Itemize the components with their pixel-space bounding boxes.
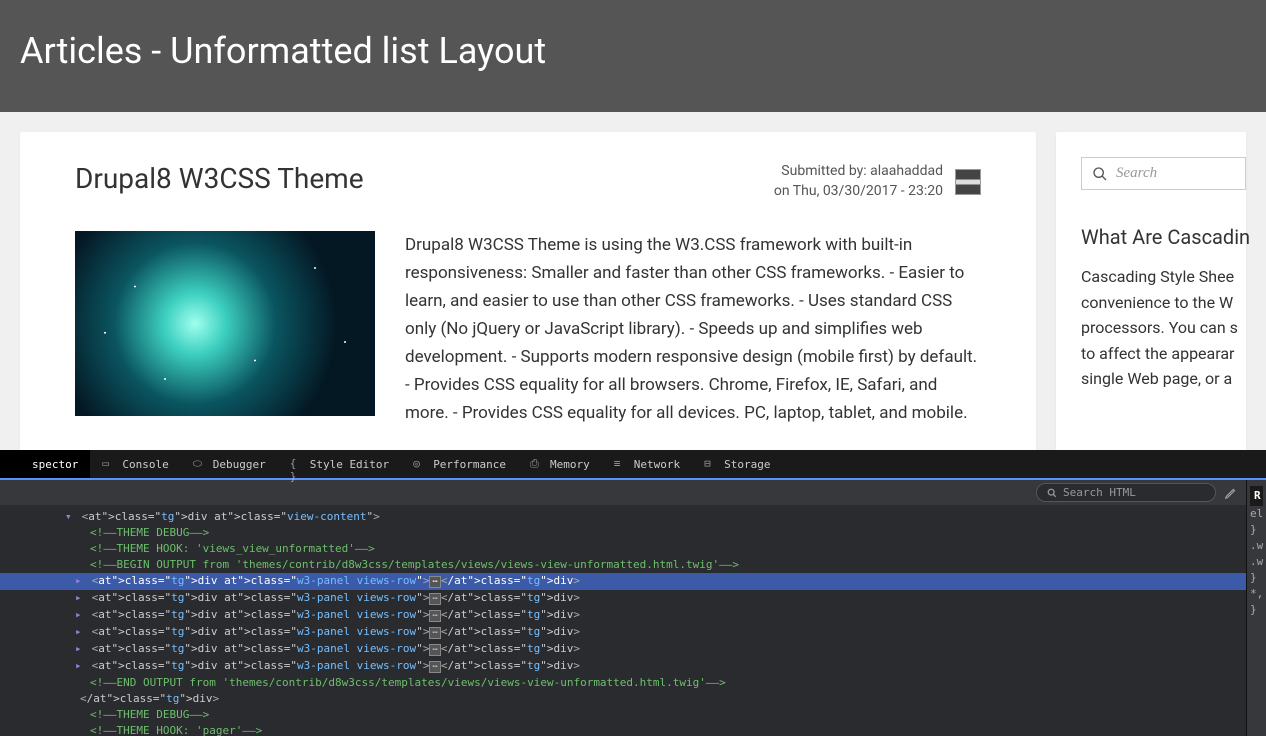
search-input[interactable]: Search [1081, 157, 1246, 190]
devtools-tab-spector[interactable]: spector [0, 450, 90, 478]
styles-panel[interactable]: R ele}.w3.w3}*,} [1246, 480, 1266, 736]
devtools-search[interactable]: Search HTML [1036, 483, 1216, 502]
devtools-panel: spector▭Console⬭Debugger{ }Style Editor◎… [0, 450, 1266, 736]
devtools-tab-performance[interactable]: ◎Performance [401, 450, 518, 478]
sidebar-block-title: What Are Cascadin [1081, 225, 1246, 249]
article-title[interactable]: Drupal8 W3CSS Theme [75, 162, 364, 195]
devtools-tabs: spector▭Console⬭Debugger{ }Style Editor◎… [0, 450, 1266, 480]
rules-tab[interactable]: R [1250, 486, 1263, 506]
article-image[interactable] [75, 231, 375, 416]
devtools-toolbar: Search HTML [0, 480, 1246, 505]
article-body: Drupal8 W3CSS Theme is using the W3.CSS … [75, 231, 981, 427]
article-header: Drupal8 W3CSS Theme Submitted by: alaaha… [75, 162, 981, 201]
article-meta: Submitted by: alaahaddad on Thu, 03/30/2… [774, 162, 981, 201]
submitted-by: Submitted by: alaahaddad [774, 162, 943, 182]
page-header: Articles - Unformatted list Layout [0, 0, 1266, 112]
devtools-tab-storage[interactable]: ⊟Storage [692, 450, 782, 478]
devtools-tab-memory[interactable]: ⎙Memory [518, 450, 602, 478]
devtools-tab-network[interactable]: ≡Network [602, 450, 692, 478]
edit-icon[interactable] [1224, 486, 1238, 500]
sidebar: Search What Are Cascadin Cascading Style… [1056, 132, 1246, 458]
dom-tree[interactable]: ▾ <at">class="tg">div at">class="view-co… [0, 505, 1246, 736]
submitted-date: on Thu, 03/30/2017 - 23:20 [774, 182, 943, 202]
search-icon [1047, 488, 1057, 498]
main-content: Drupal8 W3CSS Theme Submitted by: alaaha… [20, 132, 1036, 458]
article-text: Drupal8 W3CSS Theme is using the W3.CSS … [405, 231, 981, 427]
devtools-tab-debugger[interactable]: ⬭Debugger [181, 450, 278, 478]
devtools-tab-style-editor[interactable]: { }Style Editor [278, 450, 401, 478]
search-icon [1092, 166, 1108, 182]
page-title: Articles - Unformatted list Layout [20, 30, 1246, 72]
sidebar-block-text: Cascading Style Sheeconvenience to the W… [1081, 264, 1246, 392]
page-body: Drupal8 W3CSS Theme Submitted by: alaaha… [0, 112, 1266, 478]
avatar[interactable] [955, 169, 981, 195]
devtools-tab-console[interactable]: ▭Console [90, 450, 180, 478]
